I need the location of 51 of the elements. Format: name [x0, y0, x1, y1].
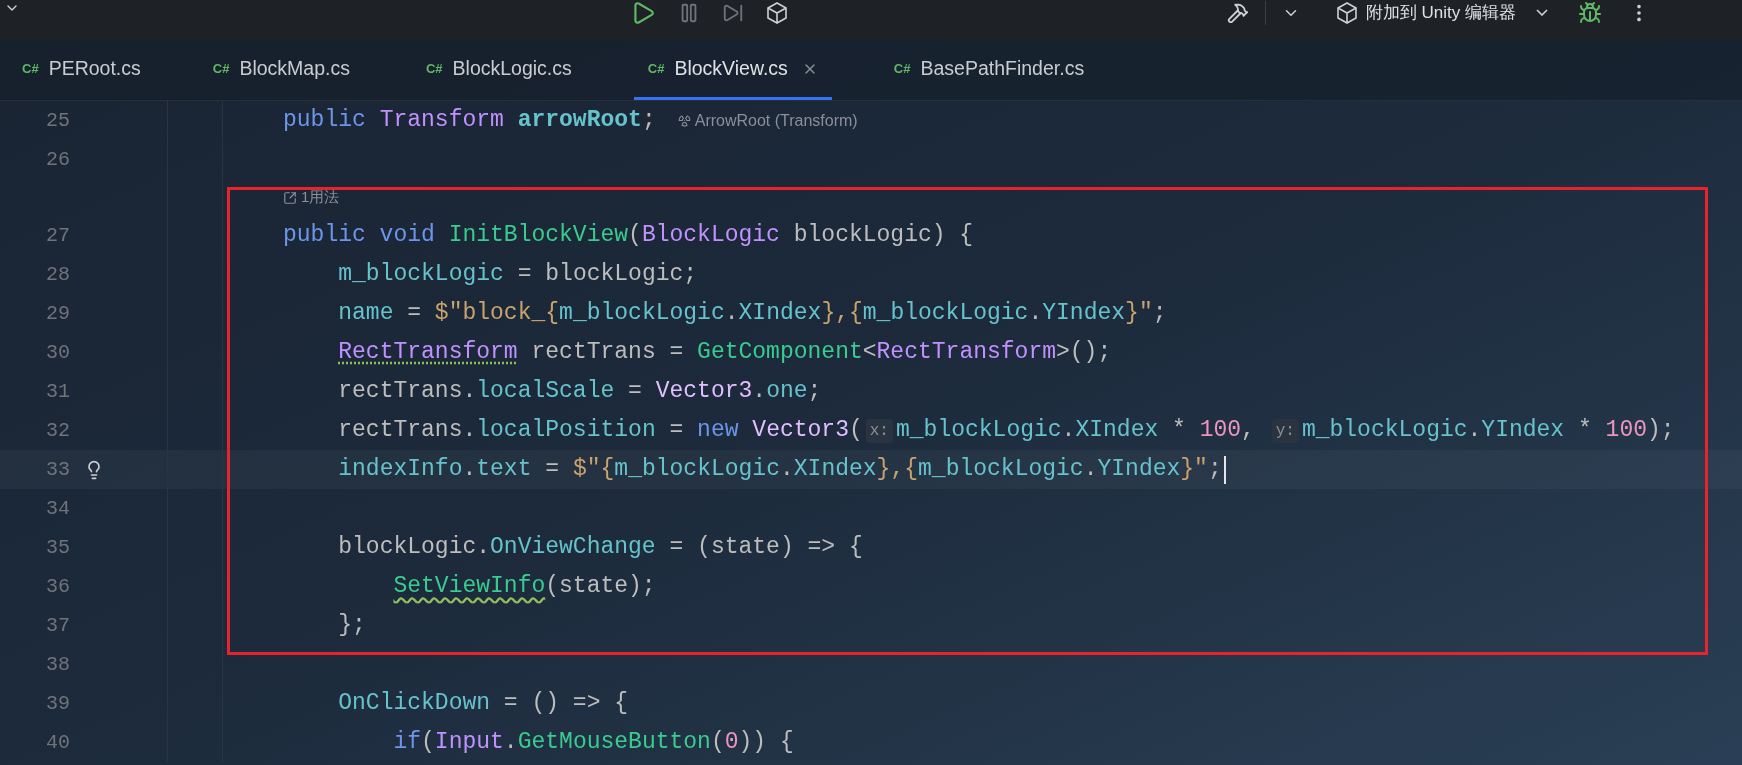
line-number: 36: [45, 573, 70, 600]
file-tab[interactable]: C# PERoot.cs: [8, 40, 155, 100]
usage-hint[interactable]: 1用法: [283, 186, 340, 209]
link-icon: [283, 190, 297, 205]
code-line: SetViewInfo(state);: [392, 572, 656, 602]
line-number: 29: [45, 300, 70, 327]
code-line: indexInfo.text = $"{m_blockLogic.XIndex},{m_blockLogic.YIndex}";: [283, 452, 1226, 487]
line-number: 40: [45, 729, 70, 756]
code-line: if(Input.GetMouseButton(0)) {: [392, 728, 794, 758]
line-number: 25: [45, 107, 70, 134]
code-line: };: [337, 611, 366, 641]
inlay-hint: ArrowRoot (Transform): [677, 108, 858, 133]
line-number: 30: [45, 339, 70, 366]
code-line: blockLogic.OnViewChange = (state) => {: [337, 533, 863, 563]
code-line: public void InitBlockView(BlockLogic blockLogic) {: [283, 221, 974, 251]
file-tab[interactable]: C# BlockLogic.cs: [411, 40, 586, 100]
text-cursor: [1223, 455, 1226, 484]
line-number: 38: [45, 651, 70, 678]
csharp-file-icon: C#: [22, 58, 39, 79]
csharp-file-icon: C#: [425, 58, 443, 79]
csharp-file-icon: C#: [893, 58, 911, 79]
file-tab[interactable]: C# BlockMap.cs: [198, 40, 364, 100]
code-line: name = $"block_{m_blockLogic.XIndex},{m_blockLogic.YIndex}";: [337, 299, 1167, 329]
build-icon[interactable]: [1226, 1, 1249, 24]
code-line: m_blockLogic = blockLogic;: [337, 260, 698, 290]
csharp-file-icon: C#: [212, 58, 230, 79]
file-tab[interactable]: C# BlockView.cs: [633, 40, 832, 100]
line-number: 28: [45, 261, 70, 288]
line-number: 32: [45, 417, 70, 444]
code-line: public Transform arrowRoot;: [283, 106, 656, 136]
line-number: 39: [45, 690, 70, 717]
code-line: OnClickDown = () => {: [337, 689, 629, 719]
line-number: 34: [45, 495, 70, 522]
attach-dropdown[interactable]: 附加到 Unity 编辑器: [1335, 0, 1548, 26]
line-number: 27: [45, 222, 70, 249]
csharp-file-icon: C#: [647, 58, 665, 79]
step-icon[interactable]: [722, 2, 744, 24]
code-line: RectTransform rectTrans = GetComponent<RectTransform>();: [337, 338, 1112, 368]
unity-asset-icon: [677, 114, 691, 127]
code-line: rectTrans.localScale = Vector3.one;: [337, 377, 822, 407]
line-number: 31: [45, 378, 70, 405]
chevron-icon: [1536, 9, 1548, 17]
file-tab[interactable]: C# BasePathFinder.cs: [879, 40, 1099, 100]
cube-icon: [766, 1, 788, 25]
cube-icon: [1335, 0, 1358, 25]
line-number: 37: [45, 612, 70, 639]
line-number: 26: [45, 146, 70, 173]
code-line: rectTrans.localPosition = new Vector3( x: m_blockLogic.XIndex * 100, y: m_blockLogic.YIndex * 100);: [337, 416, 1675, 446]
debug-icon[interactable]: [1578, 0, 1602, 25]
line-number: 33: [45, 456, 70, 483]
line-number: 35: [45, 534, 70, 561]
